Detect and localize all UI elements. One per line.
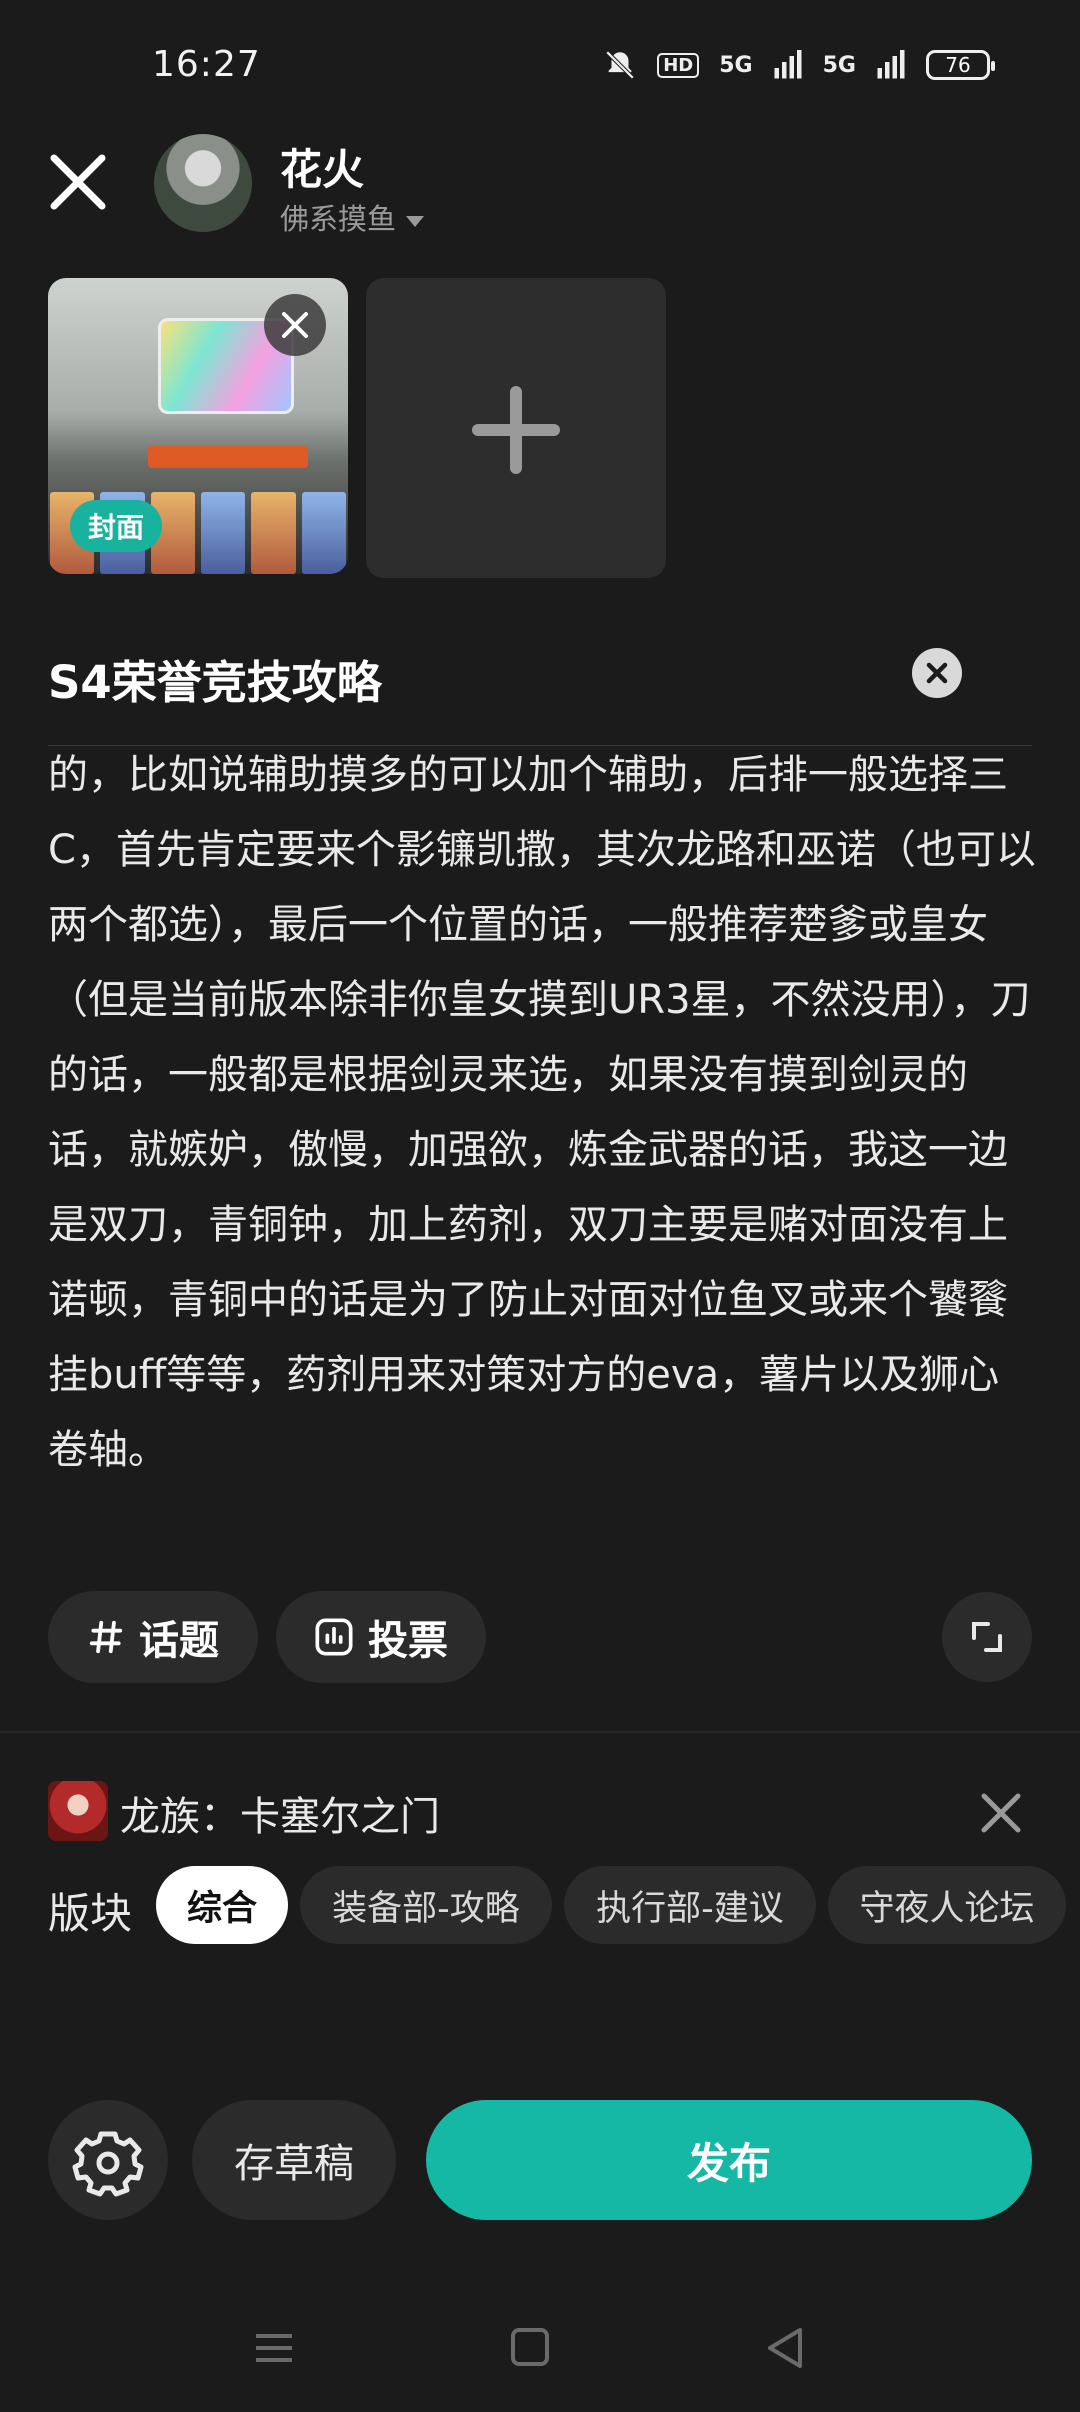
- board-chip-execution-suggestion[interactable]: 执行部-建议: [564, 1866, 816, 1944]
- community-icon: [48, 1781, 108, 1841]
- topic-label: 话题: [139, 1618, 219, 1664]
- close-button[interactable]: [44, 148, 112, 216]
- hashtag-icon: [89, 1620, 123, 1654]
- close-icon: [981, 1793, 1021, 1833]
- signal-bars-icon-2: [877, 50, 905, 79]
- signal-5g-icon: 5G: [719, 52, 753, 78]
- back-triangle-icon: [768, 2328, 802, 2368]
- publish-button[interactable]: 发布: [426, 2100, 1032, 2220]
- signal-5g-icon-2: 5G: [822, 52, 856, 78]
- user-status-label: 佛系摸鱼: [280, 202, 397, 236]
- remove-image-button[interactable]: [264, 294, 326, 356]
- close-icon: [50, 154, 106, 210]
- signal-bars-icon: [774, 50, 802, 79]
- back-nav-button[interactable]: [756, 2320, 816, 2376]
- add-image-button[interactable]: [366, 278, 666, 578]
- board-label: 版块: [48, 1889, 133, 1938]
- clear-title-button[interactable]: [912, 648, 962, 698]
- menu-nav-button[interactable]: [244, 2320, 304, 2376]
- avatar[interactable]: [154, 134, 252, 232]
- settings-button[interactable]: [48, 2100, 168, 2220]
- remove-community-button[interactable]: [976, 1788, 1026, 1838]
- poll-icon: [315, 1618, 353, 1656]
- caret-down-icon: [406, 215, 425, 227]
- user-status-selector[interactable]: 佛系摸鱼: [280, 196, 425, 238]
- home-nav-button[interactable]: [500, 2320, 560, 2376]
- cover-badge: 封面: [70, 500, 163, 552]
- plus-icon: [472, 386, 560, 474]
- mute-icon: [605, 50, 635, 80]
- vote-label: 投票: [368, 1618, 448, 1664]
- section-separator: [0, 1731, 1080, 1733]
- close-icon: [926, 662, 948, 684]
- community-name[interactable]: 龙族：卡塞尔之门: [120, 1784, 440, 1842]
- expand-icon: [972, 1622, 1002, 1652]
- user-name: 花火: [280, 145, 365, 194]
- board-chip-night-watch-forum[interactable]: 守夜人论坛: [828, 1866, 1066, 1944]
- image-thumbnail[interactable]: 封面: [48, 278, 348, 574]
- post-title[interactable]: S4荣誉竞技攻略: [48, 646, 382, 711]
- menu-icon: [256, 2334, 292, 2362]
- home-square-icon: [511, 2328, 549, 2366]
- topic-button[interactable]: 话题: [48, 1591, 258, 1683]
- close-icon: [282, 312, 308, 338]
- thumbnail-bar-graphic: [148, 446, 308, 468]
- board-chip-general[interactable]: 综合: [156, 1866, 288, 1944]
- save-draft-button[interactable]: 存草稿: [192, 2100, 396, 2220]
- post-body-editor[interactable]: 的，比如说辅助摸多的可以加个辅助，后排一般选择三C，首先肯定要来个影镰凯撒，其次…: [48, 738, 1038, 1553]
- board-chip-equipment-guide[interactable]: 装备部-攻略: [300, 1866, 552, 1944]
- status-icons: HD 5G 5G 76: [603, 48, 995, 82]
- vote-button[interactable]: 投票: [276, 1591, 486, 1683]
- battery-icon: 76: [926, 50, 995, 80]
- status-time: 16:27: [152, 44, 261, 85]
- expand-editor-button[interactable]: [942, 1592, 1032, 1682]
- gear-icon: [72, 2131, 144, 2197]
- hd-icon: HD: [657, 52, 700, 78]
